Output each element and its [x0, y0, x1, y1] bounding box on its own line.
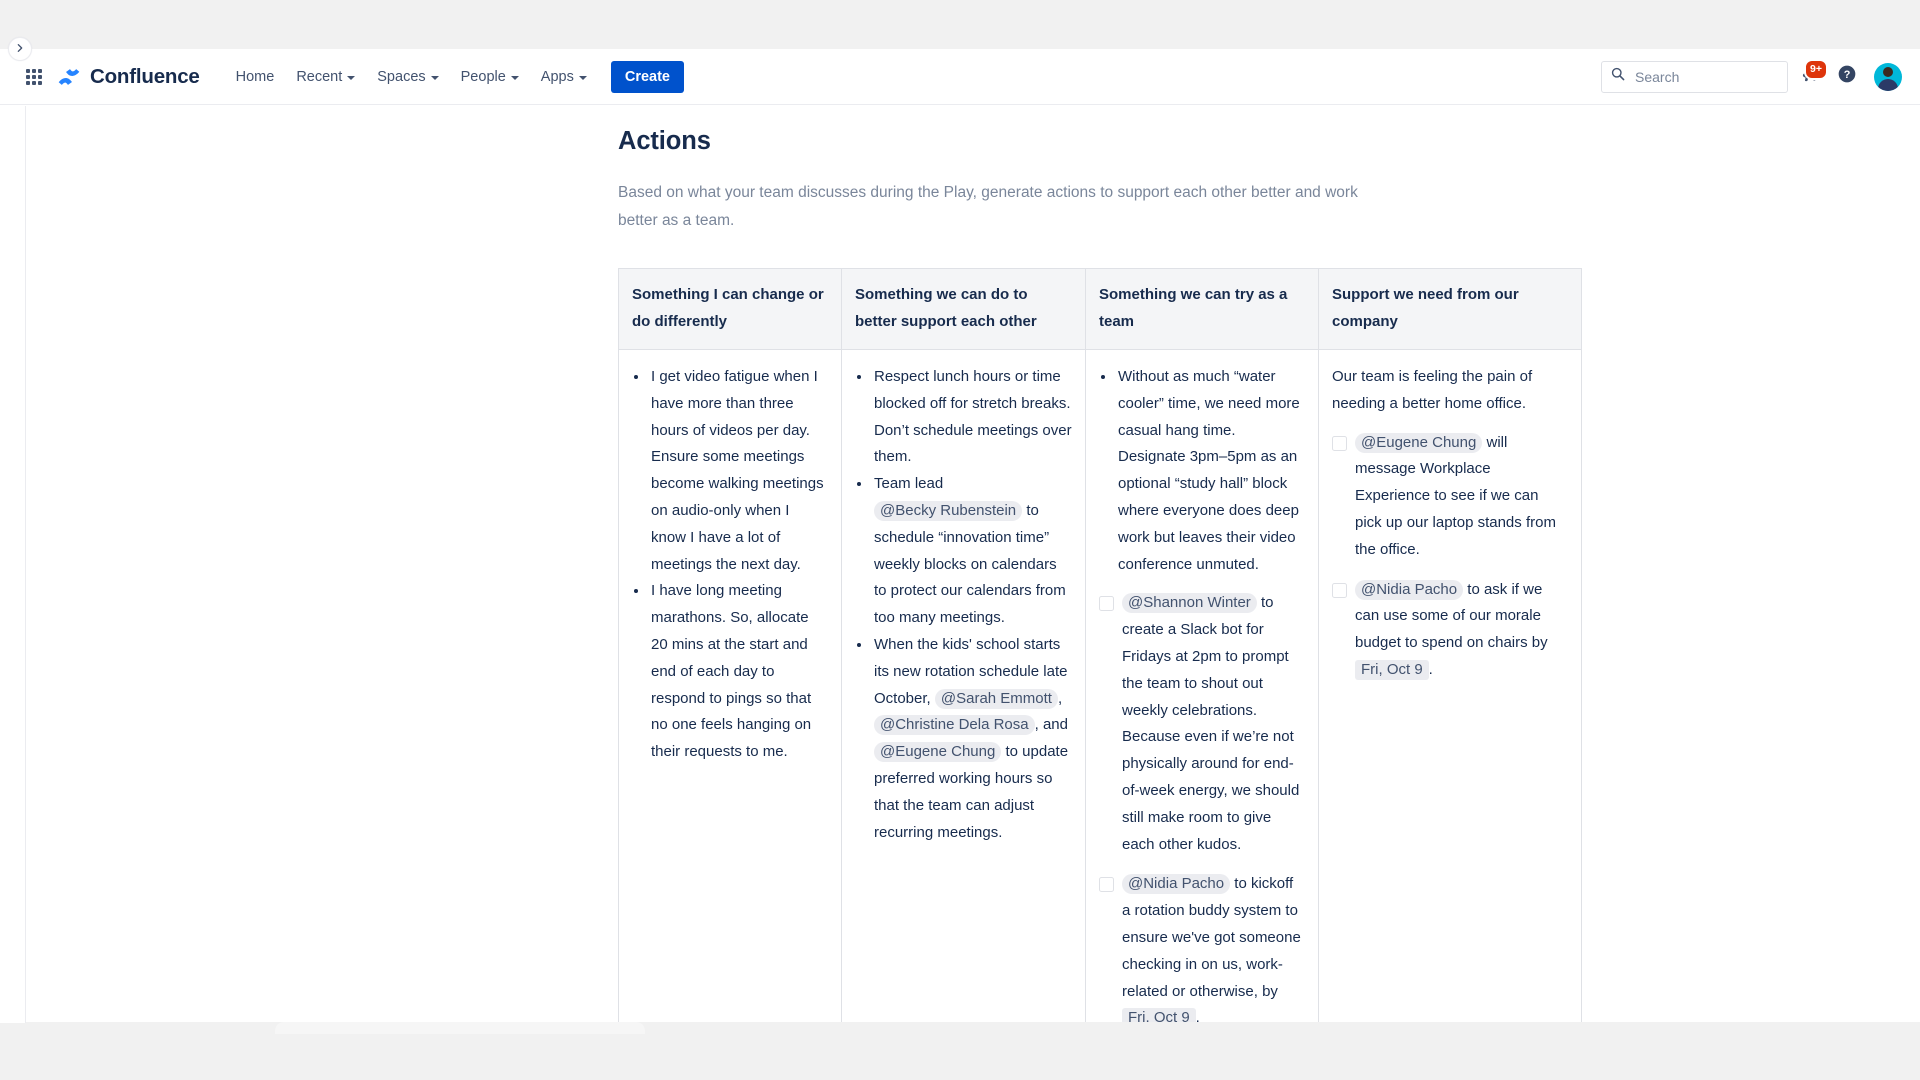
nav-item-home-label: Home: [235, 68, 275, 85]
list-item: Respect lunch hours or time blocked off …: [872, 364, 1072, 471]
task-item: @Nidia Pacho to ask if we can use some o…: [1332, 577, 1568, 684]
document-body: Actions Based on what your team discusse…: [591, 106, 1591, 1022]
mention-chip[interactable]: @Becky Rubenstein: [874, 500, 1023, 521]
task-checkbox[interactable]: [1332, 582, 1347, 598]
column-header-3: Something we can try as a team: [1085, 268, 1319, 350]
chevron-down-icon: [347, 75, 356, 80]
expand-sidebar-button[interactable]: [8, 37, 32, 61]
chevron-down-icon: [578, 75, 587, 80]
text-fragment: and: [1042, 716, 1068, 734]
browser-tab-stub: [275, 1022, 645, 1034]
top-nav-right-cluster: 9+ ?: [1601, 58, 1902, 94]
list-item: When the kids' school starts its new rot…: [872, 632, 1072, 846]
bullet-list-col1: I get video fatigue when I have more tha…: [632, 364, 828, 766]
chevron-down-icon: [510, 75, 519, 80]
bullet-list-col3: Without as much “water cooler” time, we …: [1099, 364, 1305, 578]
task-text: @Shannon Winter to create a Slack bot fo…: [1122, 590, 1305, 858]
notifications-button[interactable]: 9+: [1792, 58, 1828, 94]
text-fragment: ,: [1034, 716, 1039, 734]
mention-chip[interactable]: @Eugene Chung: [1355, 432, 1483, 453]
column-header-2: Something we can do to better support ea…: [841, 268, 1086, 350]
date-chip[interactable]: Fri, Oct 9: [1355, 659, 1429, 680]
create-button[interactable]: Create: [610, 60, 684, 93]
nav-item-home[interactable]: Home: [226, 62, 285, 92]
search-icon: [1611, 67, 1625, 86]
nav-item-apps[interactable]: Apps: [531, 62, 597, 92]
page-content: Actions Based on what your team discusse…: [27, 106, 1920, 1022]
task-list-col4: @Eugene Chung will message Workplace Exp…: [1332, 430, 1568, 684]
date-chip[interactable]: Fri, Oct 9: [1122, 1008, 1196, 1022]
chevron-right-icon: [15, 40, 25, 58]
avatar-head: [1883, 66, 1893, 77]
chevron-down-icon: [430, 75, 439, 80]
cell-something-i-can-change: I get video fatigue when I have more tha…: [618, 348, 842, 1022]
nav-item-spaces-label: Spaces: [377, 68, 426, 85]
task-item: @Shannon Winter to create a Slack bot fo…: [1099, 590, 1305, 858]
table-header-row: Something I can change or do differently…: [618, 268, 1582, 350]
browser-chrome-top: [0, 0, 1920, 49]
text-fragment: Team lead: [874, 475, 944, 493]
list-item: I have long meeting marathons. So, alloc…: [649, 578, 828, 766]
search-input[interactable]: [1633, 67, 1778, 86]
user-avatar[interactable]: [1874, 62, 1902, 91]
list-item: Without as much “water cooler” time, we …: [1116, 364, 1305, 578]
nav-item-recent[interactable]: Recent: [286, 62, 365, 92]
confluence-home-link[interactable]: Confluence: [57, 65, 200, 89]
nav-item-spaces[interactable]: Spaces: [367, 62, 448, 92]
column-header-4: Support we need from our company: [1318, 268, 1582, 350]
task-item: @Eugene Chung will message Workplace Exp…: [1332, 430, 1568, 564]
nav-item-people[interactable]: People: [451, 62, 529, 92]
confluence-logo-icon: [57, 65, 81, 89]
notification-badge: 9+: [1804, 58, 1828, 80]
list-item: Team lead @Becky Rubenstein to schedule …: [872, 471, 1072, 632]
mention-chip[interactable]: @Shannon Winter: [1122, 593, 1257, 614]
list-item: I get video fatigue when I have more tha…: [649, 364, 828, 578]
task-text: @Nidia Pacho to ask if we can use some o…: [1355, 577, 1568, 684]
nav-item-apps-label: Apps: [540, 68, 574, 85]
cell-try-as-a-team: Without as much “water cooler” time, we …: [1085, 348, 1319, 1022]
text-fragment: ,: [1057, 689, 1063, 707]
text-fragment: .: [1428, 660, 1433, 678]
mention-chip[interactable]: @Nidia Pacho: [1355, 579, 1464, 600]
text-fragment: to create a Slack bot for Fridays at 2pm…: [1122, 594, 1300, 853]
grid-apps-icon[interactable]: [22, 65, 46, 89]
table-row: I get video fatigue when I have more tha…: [618, 348, 1582, 1022]
help-circle-icon: ?: [1837, 64, 1857, 89]
intro-paragraph: Our team is feeling the pain of needing …: [1332, 368, 1533, 412]
bullet-list-col2: Respect lunch hours or time blocked off …: [855, 364, 1072, 846]
mention-chip[interactable]: @Sarah Emmott: [934, 688, 1058, 709]
mention-chip[interactable]: @Eugene Chung: [874, 742, 1002, 763]
task-item: @Nidia Pacho to kickoff a rotation buddy…: [1099, 871, 1305, 1022]
avatar-body: [1878, 78, 1898, 91]
column-header-1: Something I can change or do differently: [618, 268, 842, 350]
task-list-col3: @Shannon Winter to create a Slack bot fo…: [1099, 590, 1305, 1022]
task-checkbox[interactable]: [1099, 596, 1114, 612]
nav-item-people-label: People: [460, 68, 506, 85]
task-text: @Nidia Pacho to kickoff a rotation buddy…: [1122, 871, 1305, 1022]
help-button[interactable]: ?: [1830, 60, 1864, 94]
nav-item-recent-label: Recent: [296, 68, 343, 85]
cell-support-each-other: Respect lunch hours or time blocked off …: [841, 348, 1086, 1022]
top-navigation-bar: Confluence Home Recent Spaces People App…: [0, 49, 1920, 105]
svg-text:?: ?: [1844, 69, 1851, 81]
text-fragment: .: [1195, 1009, 1200, 1022]
mention-chip[interactable]: @Nidia Pacho: [1122, 874, 1231, 895]
page-title: Actions: [618, 127, 711, 155]
task-text: @Eugene Chung will message Workplace Exp…: [1355, 430, 1568, 564]
search-box[interactable]: [1601, 60, 1788, 93]
mention-chip[interactable]: @Christine Dela Rosa: [874, 715, 1035, 736]
task-checkbox[interactable]: [1332, 435, 1347, 451]
brand-name: Confluence: [90, 64, 200, 88]
primary-nav: Home Recent Spaces People Apps: [226, 62, 597, 92]
actions-table: Something I can change or do differently…: [618, 268, 1582, 1022]
task-checkbox[interactable]: [1099, 877, 1114, 893]
cell-support-from-company: Our team is feeling the pain of needing …: [1318, 348, 1582, 1022]
sidebar-rail: [0, 106, 26, 1023]
page-subtitle: Based on what your team discusses during…: [618, 184, 1358, 229]
